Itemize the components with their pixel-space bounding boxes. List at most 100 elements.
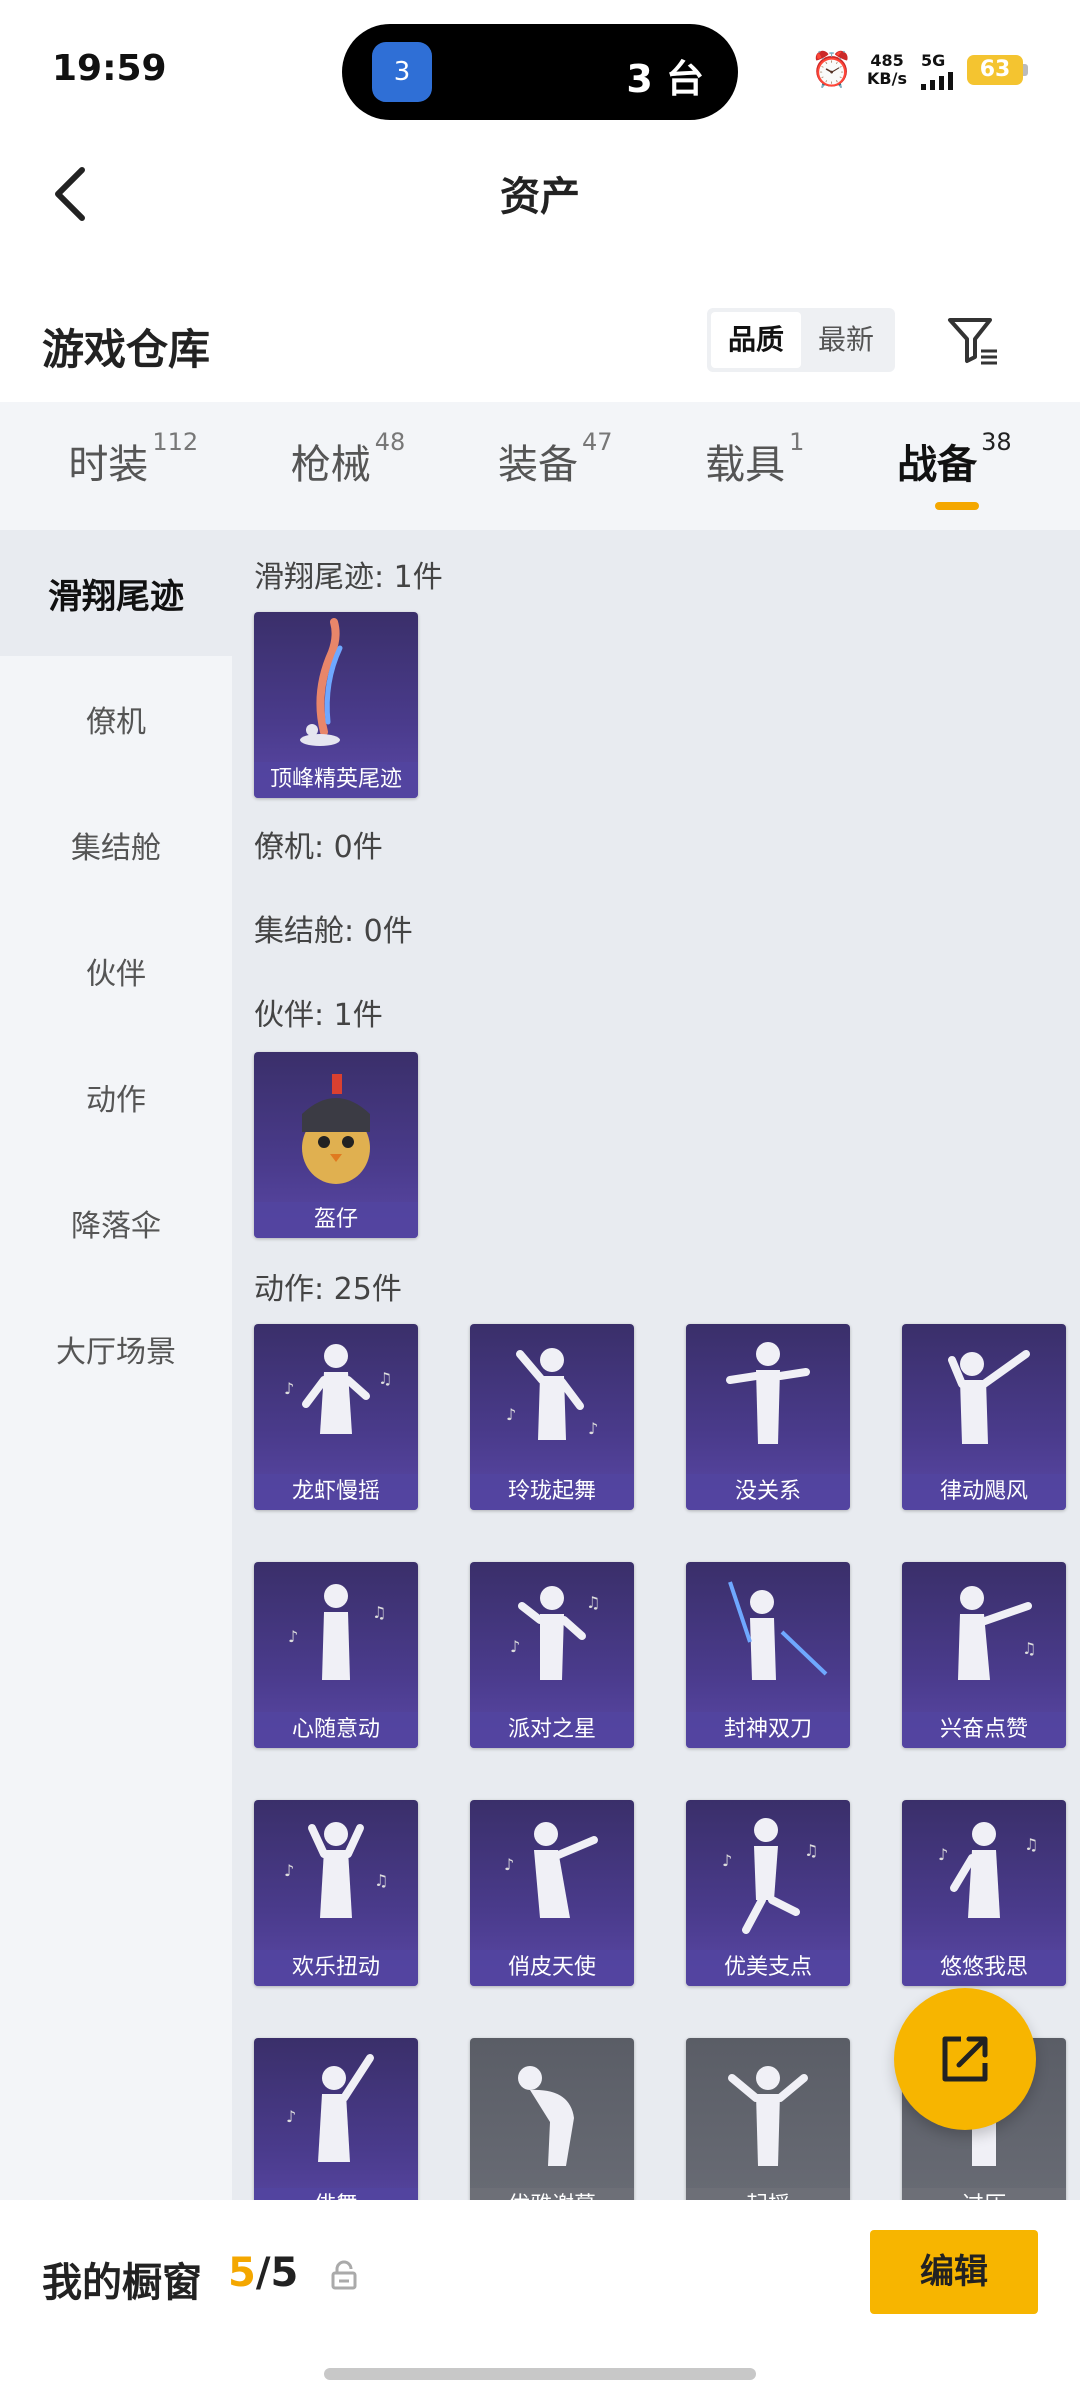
item-label: 封神双刀: [686, 1712, 850, 1748]
item-card[interactable]: ♪ 俏皮天使: [470, 1800, 634, 1986]
group-title-capsule: 集结舱: 0件: [254, 914, 413, 949]
tab-vehicles[interactable]: 载具 1: [705, 428, 804, 500]
item-label: 龙虾慢摇: [254, 1474, 418, 1510]
item-label: 悠悠我思: [902, 1950, 1066, 1986]
item-card[interactable]: ♪ ♫ 悠悠我思: [902, 1800, 1066, 1986]
cast-app-icon: 3: [372, 42, 432, 102]
status-icons: ⏰ 485 KB/s 5G 63: [811, 50, 1028, 90]
sidebar-item-wingman[interactable]: 僚机: [0, 656, 232, 782]
item-card[interactable]: ♫ 兴奋点赞: [902, 1562, 1066, 1748]
emote-pose-image: [728, 2066, 808, 2166]
home-indicator[interactable]: [324, 2368, 756, 2380]
item-label: 欢乐扭动: [254, 1950, 418, 1986]
group-title-glide-trail: 滑翔尾迹: 1件: [254, 560, 443, 595]
item-card[interactable]: 没关系: [686, 1324, 850, 1510]
svg-text:♪: ♪: [284, 1861, 294, 1880]
status-time: 19:59: [52, 48, 167, 89]
emote-pose-image: [728, 1581, 828, 1680]
emote-pose-image: ♪: [286, 2054, 374, 2162]
tab-battle-prep[interactable]: 战备 38: [897, 428, 1012, 510]
svg-text:♫: ♫: [586, 1593, 600, 1612]
svg-text:♪: ♪: [288, 1627, 298, 1646]
svg-text:♫: ♫: [1024, 1835, 1038, 1854]
sidebar-item-glide-trail[interactable]: 滑翔尾迹: [0, 530, 232, 656]
item-card[interactable]: 优雅谢幕: [470, 2038, 634, 2200]
emote-pose-image: ♫: [958, 1586, 1036, 1680]
item-card[interactable]: ♪ ♫ 优美支点: [686, 1800, 850, 1986]
warehouse-header: 游戏仓库 品质 最新: [0, 290, 1080, 400]
sidebar-item-emote[interactable]: 动作: [0, 1034, 232, 1160]
net-speed-unit: KB/s: [867, 69, 907, 88]
item-label: 优雅谢幕: [470, 2188, 634, 2200]
svg-text:♫: ♫: [372, 1603, 386, 1622]
item-card[interactable]: ♪ 俳舞: [254, 2038, 418, 2200]
active-tab-indicator: [935, 502, 980, 510]
item-label: 顶峰精英尾迹: [254, 762, 418, 798]
showcase-count: 5/5: [228, 2250, 298, 2296]
status-bar: 19:59 3 3 台 ⏰ 485 KB/s 5G 63: [0, 0, 1080, 140]
share-icon: [942, 2036, 988, 2082]
battery-icon: 63: [967, 55, 1028, 85]
item-card[interactable]: 律动飓风: [902, 1324, 1066, 1510]
tab-firearms[interactable]: 枪械 48: [290, 428, 406, 500]
tab-count: 38: [981, 428, 1012, 456]
tab-label: 枪械: [290, 442, 371, 488]
item-label: 起摇: [686, 2188, 850, 2200]
filter-button[interactable]: [940, 308, 1004, 372]
item-card[interactable]: ♪ ♫ 欢乐扭动: [254, 1800, 418, 1986]
item-card[interactable]: 起摇: [686, 2038, 850, 2200]
sort-quality[interactable]: 品质: [711, 312, 801, 368]
item-card[interactable]: 盔仔: [254, 1052, 418, 1238]
signal-icon: 5G: [921, 51, 953, 90]
group-title-wingman: 僚机: 0件: [254, 830, 383, 865]
sidebar-item-parachute[interactable]: 降落伞: [0, 1160, 232, 1286]
item-label: 俏皮天使: [470, 1950, 634, 1986]
tab-equipment[interactable]: 装备 47: [498, 428, 613, 500]
sidebar: 滑翔尾迹 僚机 集结舱 伙伴 动作 降落伞 大厅场景: [0, 530, 232, 2200]
sidebar-item-partner[interactable]: 伙伴: [0, 908, 232, 1034]
lock-icon: [331, 2260, 357, 2290]
svg-text:♪: ♪: [286, 2107, 296, 2126]
group-title-partner: 伙伴: 1件: [254, 998, 383, 1033]
item-label: 优美支点: [686, 1950, 850, 1986]
partner-chick-image: [302, 1074, 370, 1184]
showcase-used: 5: [228, 2250, 256, 2296]
item-label: 派对之星: [470, 1712, 634, 1748]
item-label: 律动飓风: [902, 1474, 1066, 1510]
svg-text:♪: ♪: [588, 1419, 598, 1438]
sidebar-item-capsule[interactable]: 集结舱: [0, 782, 232, 908]
edit-button[interactable]: 编辑: [870, 2230, 1038, 2314]
item-card[interactable]: ♪ ♫ 心随意动: [254, 1562, 418, 1748]
dynamic-island[interactable]: 3 3 台: [342, 24, 738, 120]
item-label: 盔仔: [254, 1202, 418, 1238]
emote-pose-image: ♪♫: [288, 1584, 386, 1680]
alarm-icon: ⏰: [810, 50, 854, 90]
page-title: 资产: [500, 174, 580, 220]
island-badge: 3: [393, 57, 411, 87]
item-label: 玲珑起舞: [470, 1474, 634, 1510]
item-card[interactable]: ♪ ♫ 龙虾慢摇: [254, 1324, 418, 1510]
battery-level: 63: [967, 55, 1023, 85]
sidebar-item-lobby-scene[interactable]: 大厅场景: [0, 1286, 232, 1412]
sort-newest[interactable]: 最新: [801, 312, 891, 368]
share-button[interactable]: [894, 1988, 1036, 2130]
item-card[interactable]: 封神双刀: [686, 1562, 850, 1748]
group-title-emote: 动作: 25件: [254, 1272, 402, 1307]
tab-count: 47: [581, 428, 613, 456]
item-card[interactable]: ♪ ♫ 派对之星: [470, 1562, 634, 1748]
sort-toggle[interactable]: 品质 最新: [707, 308, 895, 372]
tab-fashion[interactable]: 时装 112: [68, 428, 198, 500]
network-type: 5G: [921, 50, 946, 70]
tab-label: 载具: [705, 442, 786, 488]
item-list[interactable]: 滑翔尾迹: 1件 顶峰精英尾迹 僚机: 0件 集结舱: 0件 伙伴: 1件 盔仔…: [232, 530, 1080, 2200]
tab-label: 战备: [897, 442, 978, 488]
svg-text:♪: ♪: [510, 1637, 520, 1656]
emote-pose-image: [518, 2066, 574, 2166]
nav-header: 资产: [0, 140, 1080, 250]
category-tabs: 时装 112 枪械 48 装备 47 载具 1 战备 38: [0, 402, 1080, 530]
net-speed: 485 KB/s: [867, 52, 907, 88]
emote-pose-image: ♪♫: [722, 1818, 818, 1934]
item-card[interactable]: ♪ ♪ 玲珑起舞: [470, 1324, 634, 1510]
svg-text:♫: ♫: [1022, 1639, 1036, 1658]
item-card[interactable]: 顶峰精英尾迹: [254, 612, 418, 798]
